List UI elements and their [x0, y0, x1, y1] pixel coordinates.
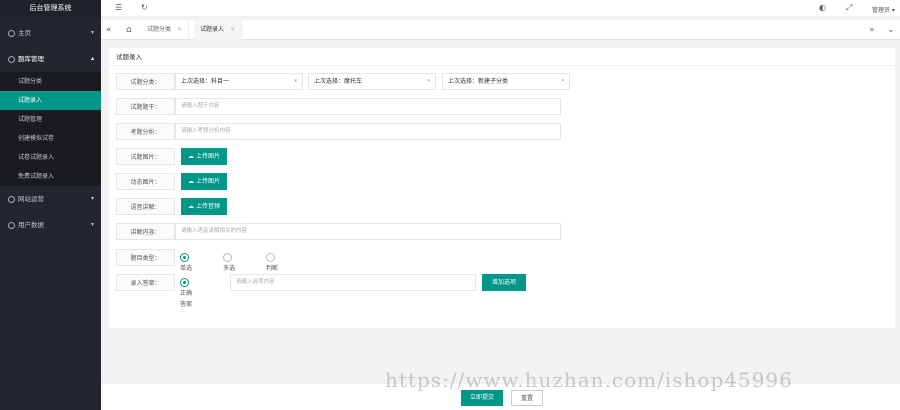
- sidebar-subitem-free-entry[interactable]: 免费试题录入: [0, 167, 101, 186]
- home-icon[interactable]: ⌂: [126, 20, 132, 40]
- chevron-down-icon: ▾: [427, 78, 430, 84]
- type-multi-radio[interactable]: 多选: [223, 252, 235, 272]
- radio-label: 多选: [223, 265, 236, 272]
- correct-answer-radio[interactable]: 正确答案: [180, 277, 192, 308]
- stem-input[interactable]: 请输入题干内容: [175, 98, 561, 115]
- tab-more-icon[interactable]: ⌄: [887, 20, 895, 40]
- radio-label: 正确答案: [180, 290, 193, 308]
- sidebar-subitem-category[interactable]: 试题分类: [0, 72, 101, 91]
- answer-input[interactable]: 请输入选项内容: [230, 274, 476, 291]
- audio-label: 语音讲解：: [116, 198, 175, 215]
- tab-label: 试题录入: [200, 26, 225, 33]
- type-single-radio[interactable]: 单选: [180, 252, 192, 272]
- chevron-up-icon: ▴: [90, 55, 94, 62]
- add-option-button[interactable]: 增加选项: [482, 274, 526, 291]
- sidebar-item-label: 网站运营: [18, 195, 44, 203]
- radio-circle: [180, 278, 189, 287]
- menu-icon[interactable]: ☰: [115, 3, 122, 12]
- gear-icon: [8, 195, 15, 203]
- type-label: 题目类型：: [116, 249, 175, 266]
- category-select-1[interactable]: 上次选择：科目一 ▾: [175, 73, 303, 90]
- sidebar-subitem-manage[interactable]: 试题管理: [0, 110, 101, 129]
- chevron-down-icon: ▾: [90, 221, 94, 228]
- radio-circle: [180, 253, 189, 262]
- radio-label: 判断: [266, 265, 279, 272]
- upload-audio-button[interactable]: ☁ 上传音频: [181, 198, 227, 215]
- radio-label: 单选: [180, 265, 193, 272]
- close-icon[interactable]: ×: [230, 26, 235, 33]
- answer-label: 录入答案：: [116, 274, 175, 291]
- analysis-input[interactable]: 请输入考题分析内容: [175, 123, 561, 140]
- sidebar-item-operations[interactable]: 网站运营 ▾: [0, 186, 101, 212]
- sidebar-item-label: 主页: [18, 29, 31, 37]
- type-judge-radio[interactable]: 判断: [266, 252, 278, 272]
- chevron-down-icon: ▾: [561, 78, 564, 84]
- sidebar-subitem-exam-entry[interactable]: 试卷试题录入: [0, 148, 101, 167]
- form-card: 试题录入 试题分类： 上次选择：科目一 ▾ 上次选择：摩托车 ▾ 上次选择：新建子分…: [109, 48, 895, 328]
- sidebar-subitem-mock-exam[interactable]: 创建模拟试卷: [0, 129, 101, 148]
- select-value: 上次选择：摩托车: [314, 78, 363, 85]
- radio-circle: [266, 253, 275, 262]
- analysis-label: 考题分析：: [116, 123, 175, 140]
- explain-label: 讲解内容：: [116, 223, 175, 240]
- header: ☰ ↻ ◐ ⤢ 管理员 ▾: [101, 0, 900, 17]
- chevron-down-icon: ▾: [90, 195, 94, 202]
- tab-category[interactable]: 试题分类 ×: [141, 20, 190, 40]
- sidebar-item-label: 题库管理: [18, 55, 44, 63]
- refresh-icon[interactable]: ↻: [141, 3, 148, 12]
- gear-icon: [8, 221, 15, 229]
- gif-label: 动态图片：: [116, 173, 175, 190]
- close-icon[interactable]: ×: [177, 26, 182, 33]
- chevron-down-icon: ▾: [90, 29, 94, 36]
- theme-icon[interactable]: ◐: [819, 3, 826, 12]
- submit-button[interactable]: 立即提交: [461, 390, 503, 406]
- tab-prev-icon[interactable]: «: [106, 20, 112, 40]
- button-label: 上传音频: [195, 203, 220, 210]
- explain-input[interactable]: 请输入语音讲解相关的内容: [175, 223, 561, 240]
- sidebar-subitem-entry[interactable]: 试题录入: [0, 91, 101, 110]
- upload-gif-button[interactable]: ☁ 上传图片: [181, 173, 227, 190]
- reset-button[interactable]: 重置: [511, 390, 543, 406]
- image-label: 试题图片：: [116, 148, 175, 165]
- fullscreen-icon[interactable]: ⤢: [846, 3, 852, 13]
- tab-entry[interactable]: 试题录入 ×: [194, 20, 243, 40]
- user-menu[interactable]: 管理员 ▾: [872, 5, 895, 14]
- sidebar: 后台管理系统 主页 ▾ 题库管理 ▴ 试题分类 试题录入 试题管理 创建模拟试卷…: [0, 0, 101, 410]
- button-label: 上传图片: [195, 153, 220, 160]
- sidebar-submenu: 试题分类 试题录入 试题管理 创建模拟试卷 试卷试题录入 免费试题录入: [0, 72, 101, 186]
- sidebar-item-home[interactable]: 主页 ▾: [0, 20, 101, 46]
- category-label: 试题分类：: [116, 73, 175, 90]
- chevron-down-icon: ▾: [294, 78, 297, 84]
- tab-label: 试题分类: [147, 26, 172, 33]
- stem-label: 试题题干：: [116, 98, 175, 115]
- select-value: 上次选择：科目一: [181, 78, 230, 85]
- card-title: 试题录入: [109, 48, 895, 66]
- sidebar-item-users[interactable]: 用户数据 ▾: [0, 212, 101, 238]
- upload-image-button[interactable]: ☁ 上传图片: [181, 148, 227, 165]
- tab-bar: « ⌂ 试题分类 × 试题录入 × » ⌄: [101, 20, 900, 40]
- sidebar-item-question-bank[interactable]: 题库管理 ▴: [0, 46, 101, 72]
- radio-circle: [223, 253, 232, 262]
- button-label: 上传图片: [195, 178, 220, 185]
- category-select-3[interactable]: 上次选择：新建子分类 ▾: [442, 73, 570, 90]
- tab-next-icon[interactable]: »: [869, 20, 875, 40]
- app-title: 后台管理系统: [0, 0, 101, 17]
- category-select-2[interactable]: 上次选择：摩托车 ▾: [308, 73, 436, 90]
- home-icon: [8, 29, 15, 37]
- sidebar-item-label: 用户数据: [18, 221, 44, 229]
- gear-icon: [8, 55, 15, 63]
- watermark: https://www.huzhan.com/ishop45996: [385, 368, 793, 392]
- select-value: 上次选择：新建子分类: [448, 78, 509, 85]
